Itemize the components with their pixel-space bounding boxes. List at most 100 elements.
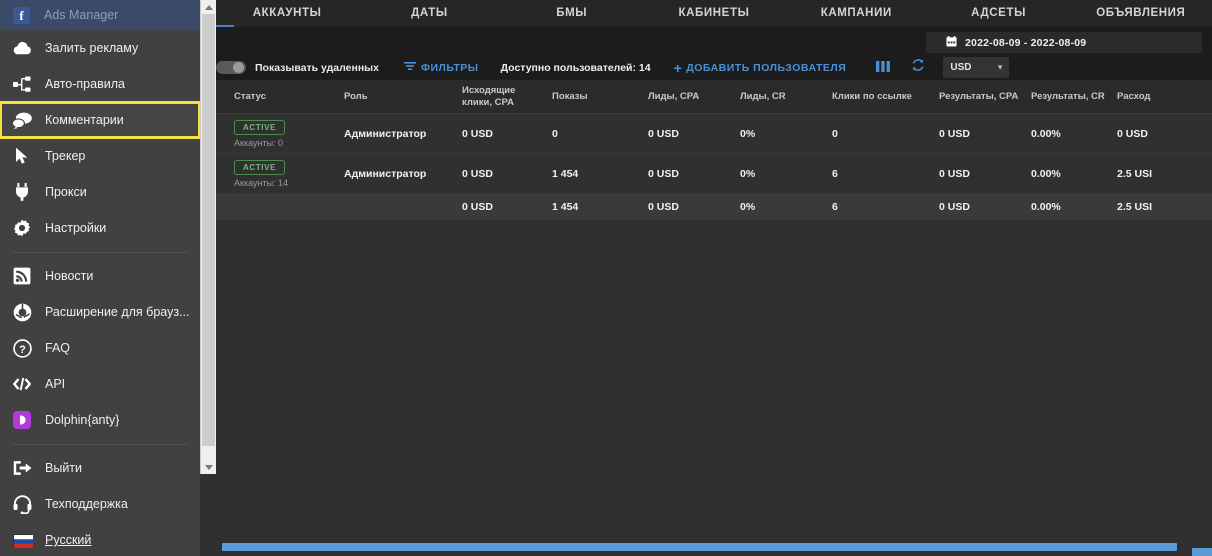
column-header-outgoing-clicks-cpa[interactable]: Исходящие клики, CPA [462,80,552,113]
cell-link-clicks: 0 [832,127,838,140]
table-row[interactable]: ACTIVE Аккаунты: 0 Администратор 0 USD 0… [216,114,1212,154]
column-header-impressions[interactable]: Показы [552,80,648,113]
total-cell-status [216,194,344,220]
sidebar: f Ads Manager Залить рекламу Авто-правил… [0,0,200,556]
app-window: АККАУНТЫ ДАТЫ БМЫ КАБИНЕТЫ КАМПАНИИ АДСЕ… [0,0,1212,556]
cell-outgoing-clicks-cpa: 0 USD [462,167,493,180]
cell-role: Администратор [344,167,427,180]
sidebar-title: Ads Manager [44,8,119,22]
cell-role: Администратор [344,127,427,140]
sidebar-item-label: FAQ [45,341,71,355]
column-header-spend[interactable]: Расход [1117,80,1197,113]
columns-button[interactable] [876,59,891,77]
facebook-icon: f [13,6,30,24]
column-header-link-clicks[interactable]: Клики по ссылке [832,80,939,113]
sidebar-item-label: Авто-правила [45,77,125,91]
scroll-up-arrow-button[interactable] [201,0,216,14]
cell-status: ACTIVE Аккаунты: 0 [216,114,344,153]
sidebar-item-browser-extension[interactable]: Расширение для брауз... [0,294,200,330]
sidebar-scrollbar-thumb[interactable] [202,14,215,446]
sidebar-divider-1 [12,252,188,253]
sidebar-item-api[interactable]: API [0,366,200,402]
total-cell-role [344,194,462,220]
sidebar-item-auto-rules[interactable]: Авто-правила [0,66,200,102]
sidebar-item-upload-ads[interactable]: Залить рекламу [0,30,200,66]
dolphin-icon [12,410,32,430]
sidebar-item-tracker[interactable]: Трекер [0,138,200,174]
cloud-upload-icon [12,38,32,58]
data-table: Статус Роль Исходящие клики, CPA Показы … [216,80,1212,515]
comments-icon [12,110,32,130]
sidebar-item-settings[interactable]: Настройки [0,210,200,246]
tab-bms[interactable]: БМЫ [501,0,643,27]
total-cell-spend: 2.5 USI [1117,201,1153,213]
filters-button[interactable]: ФИЛЬТРЫ [404,61,479,74]
cell-results-cpa: 0 USD [939,127,970,140]
column-header-leads-cr[interactable]: Лиды, CR [740,80,832,113]
tab-campaigns[interactable]: КАМПАНИИ [785,0,927,27]
chevron-up-icon [204,4,213,10]
sidebar-item-proxies[interactable]: Прокси [0,174,200,210]
sidebar-item-label: Расширение для брауз... [45,305,190,319]
filter-icon [404,61,421,74]
total-cell-outgoing-clicks-cpa: 0 USD [462,201,493,213]
column-header-role[interactable]: Роль [344,80,462,113]
sidebar-item-label: API [45,377,66,391]
sidebar-item-label: Трекер [45,149,86,163]
chrome-icon [12,302,32,322]
date-range-value: 2022-08-09 - 2022-08-09 [965,36,1087,49]
cell-results-cpa: 0 USD [939,167,970,180]
show-deleted-label: Показывать удаленных [255,61,379,74]
sidebar-item-logout[interactable]: Выйти [0,450,200,486]
tab-ads[interactable]: ОБЪЯВЛЕНИЯ [1070,0,1212,27]
refresh-icon [911,58,925,77]
cell-spend: 0 USD [1117,127,1148,140]
status-badge: ACTIVE [234,119,285,135]
accounts-count: Аккаунты: 0 [234,137,284,148]
cell-impressions: 1 454 [552,167,579,180]
cell-outgoing-clicks-cpa: 0 USD [462,127,493,140]
plus-icon: + [673,59,683,76]
add-user-button[interactable]: + ДОБАВИТЬ ПОЛЬЗОВАТЕЛЯ [674,61,847,75]
tab-dates[interactable]: ДАТЫ [358,0,500,27]
sidebar-scrollbar[interactable] [200,0,216,474]
table-row[interactable]: ACTIVE Аккаунты: 14 Администратор 0 USD … [216,154,1212,194]
column-header-leads-cpa[interactable]: Лиды, CPA [648,80,740,113]
column-header-results-cr[interactable]: Результаты, CR [1031,80,1117,113]
tab-adsets[interactable]: АДСЕТЫ [927,0,1069,27]
chevron-down-icon [204,464,213,470]
add-user-label: ДОБАВИТЬ ПОЛЬЗОВАТЕЛЯ [686,61,847,74]
column-header-status[interactable]: Статус [216,80,344,113]
question-circle-icon: ? [12,338,32,358]
sidebar-item-language[interactable]: Русский [0,522,200,556]
scrollbar-corner [1192,548,1212,556]
chevron-down-icon: ▾ [997,62,1003,72]
column-header-results-cpa[interactable]: Результаты, CPA [939,80,1031,113]
tab-cabinets[interactable]: КАБИНЕТЫ [643,0,785,27]
currency-select[interactable]: USD ▾ [943,57,1010,78]
horizontal-scrollbar-thumb[interactable] [222,543,1177,551]
russia-flag-icon [12,530,33,550]
sidebar-item-comments[interactable]: Комментарии [0,101,200,139]
sidebar-item-support[interactable]: Техподдержка [0,486,200,522]
sidebar-item-news[interactable]: Новости [0,258,200,294]
date-range-picker[interactable]: 2022-08-09 - 2022-08-09 [926,32,1202,53]
sidebar-item-faq[interactable]: ? FAQ [0,330,200,366]
cursor-arrow-icon [12,146,32,166]
cell-spend: 2.5 USI [1117,167,1153,180]
cell-impressions: 0 [552,127,558,140]
table-total-row: 0 USD 1 454 0 USD 0% 6 0 USD 0.00% 2.5 U… [216,194,1212,220]
accounts-count: Аккаунты: 14 [234,177,289,188]
rss-icon [12,266,32,286]
cell-results-cr: 0.00% [1031,167,1061,180]
show-deleted-toggle[interactable] [216,61,246,74]
svg-text:?: ? [19,343,26,355]
sidebar-header[interactable]: f Ads Manager [0,0,200,30]
tab-accounts[interactable]: АККАУНТЫ [216,0,358,27]
available-users-count: Доступно пользователей: 14 [500,61,651,74]
cell-leads-cr: 0% [740,167,756,180]
sidebar-item-dolphin-anty[interactable]: Dolphin{anty} [0,402,200,438]
cell-status: ACTIVE Аккаунты: 14 [216,154,344,193]
scroll-down-arrow-button[interactable] [201,460,216,474]
refresh-button[interactable] [911,58,925,77]
